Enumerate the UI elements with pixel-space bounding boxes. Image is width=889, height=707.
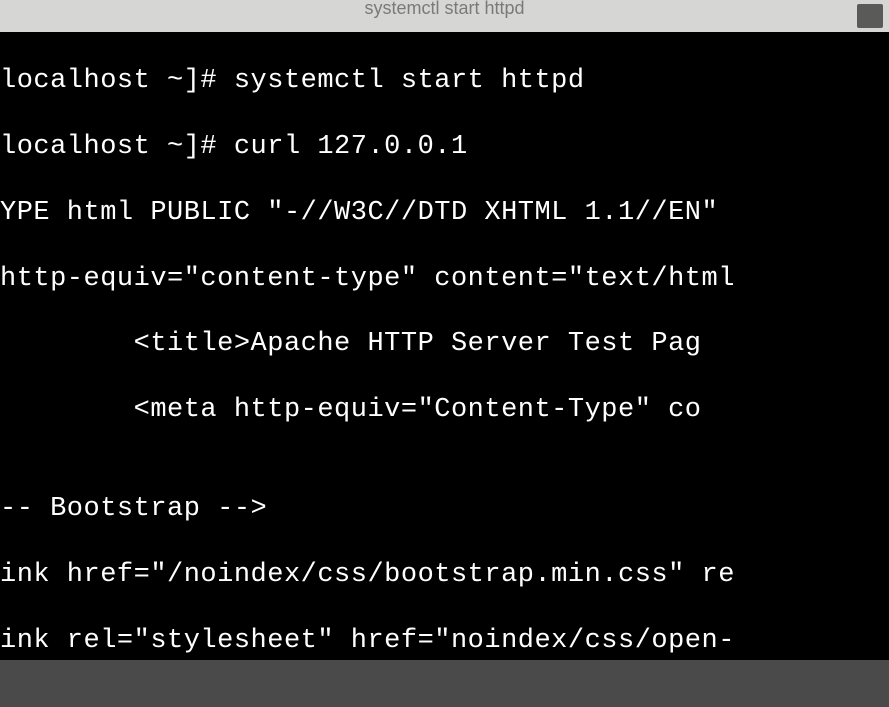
terminal-line: localhost ~]# systemctl start httpd	[0, 65, 889, 98]
terminal-line: localhost ~]# curl 127.0.0.1	[0, 131, 889, 164]
window-control-button[interactable]	[857, 4, 883, 28]
terminal-line: -- Bootstrap -->	[0, 493, 889, 526]
terminal-line: <meta http-equiv="Content-Type" co	[0, 394, 889, 427]
terminal-line: ink rel="stylesheet" href="noindex/css/o…	[0, 625, 889, 658]
window-title-bar: systemctl start httpd	[0, 0, 889, 32]
terminal-line: ink href="/noindex/css/bootstrap.min.css…	[0, 559, 889, 592]
terminal-line: <title>Apache HTTP Server Test Pag	[0, 328, 889, 361]
terminal-output[interactable]: localhost ~]# systemctl start httpd loca…	[0, 32, 889, 660]
window-title: systemctl start httpd	[364, 0, 524, 19]
terminal-line: http-equiv="content-type" content="text/…	[0, 263, 889, 296]
bottom-panel	[0, 660, 889, 707]
terminal-line: YPE html PUBLIC "-//W3C//DTD XHTML 1.1//…	[0, 197, 889, 230]
